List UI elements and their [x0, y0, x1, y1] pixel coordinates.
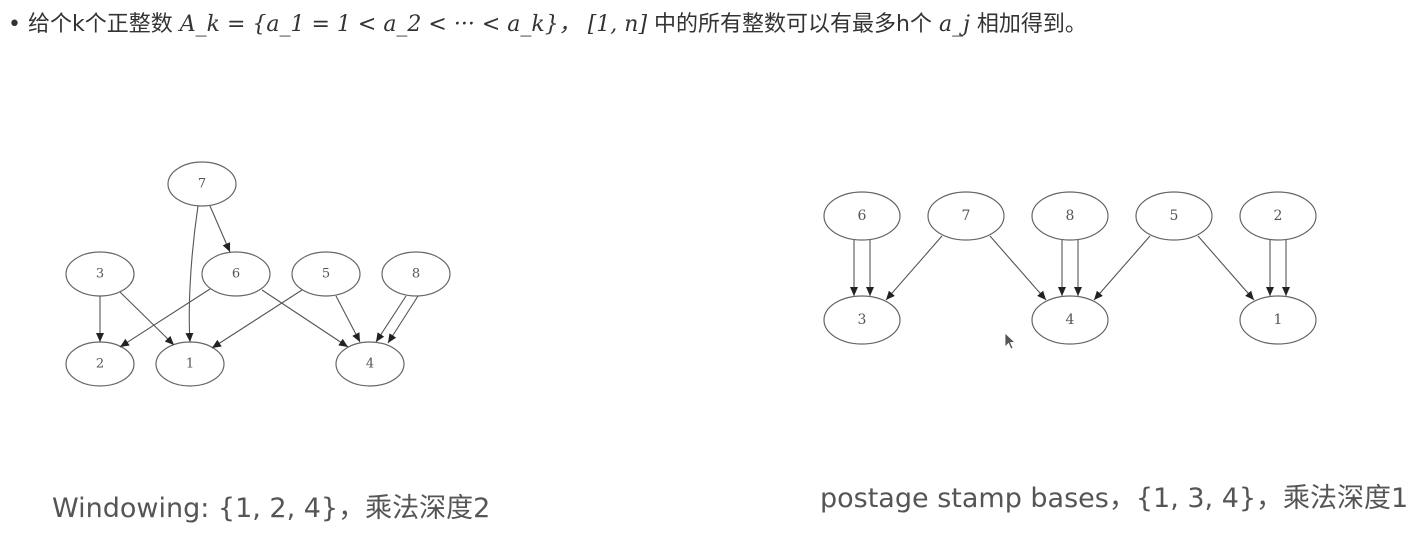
edge-6-4 — [261, 289, 349, 348]
node-label-2: 2 — [96, 357, 104, 372]
edge-7-1 — [185, 205, 199, 343]
edge-5-4 — [335, 295, 361, 343]
edge-6-2 — [119, 288, 211, 348]
node-label-4: 4 — [366, 357, 374, 372]
edge-5-1 — [1197, 235, 1255, 301]
postage-stamp-graph: 6 7 8 5 2 3 4 1 — [823, 191, 1317, 345]
bullet-symbol: • — [8, 12, 21, 37]
node-label-3: 3 — [858, 312, 867, 328]
postage-stamp-caption: postage stamp bases，{1, 3, 4}，乘法深度1 — [820, 483, 1409, 514]
math-range: [1, n] — [587, 12, 648, 37]
edge-8-4-b — [387, 295, 419, 344]
node-label-5: 5 — [322, 267, 330, 282]
node-label-4: 4 — [1066, 312, 1075, 328]
node-label-8: 8 — [1066, 208, 1075, 224]
math-aj: a_j — [938, 12, 970, 37]
edge-7-4 — [989, 235, 1047, 301]
windowing-caption: Windowing: {1, 2, 4}，乘法深度2 — [52, 493, 491, 524]
edge-5-4 — [1093, 235, 1151, 301]
math-set-definition: A_k = {a_1 = 1 < a_2 < ··· < a_k}， — [179, 12, 581, 37]
node-label-6: 6 — [858, 208, 867, 224]
problem-statement: • 给个k个正整数 A_k = {a_1 = 1 < a_2 < ··· < a… — [8, 8, 1087, 42]
node-label-7: 7 — [198, 177, 206, 192]
edge-7-6 — [209, 205, 231, 253]
node-label-8: 8 — [412, 267, 420, 282]
windowing-graph: 7 3 6 5 8 2 1 4 — [65, 161, 451, 387]
node-label-3: 3 — [96, 267, 104, 282]
node-label-1: 1 — [1274, 312, 1283, 328]
edge-7-3 — [885, 235, 943, 301]
node-label-1: 1 — [186, 357, 194, 372]
statement-prefix: 给个k个正整数 — [27, 12, 173, 37]
edge-8-4-a — [375, 295, 407, 343]
edge-5-1 — [211, 289, 303, 349]
node-label-5: 5 — [1170, 208, 1179, 224]
node-label-6: 6 — [232, 267, 240, 282]
statement-end: 相加得到。 — [976, 12, 1087, 37]
statement-suffix: 中的所有整数可以有最多h个 — [654, 12, 932, 37]
node-label-2: 2 — [1274, 208, 1283, 224]
mouse-pointer-icon — [1004, 332, 1017, 350]
edge-3-1 — [119, 291, 175, 346]
node-label-7: 7 — [962, 208, 971, 224]
